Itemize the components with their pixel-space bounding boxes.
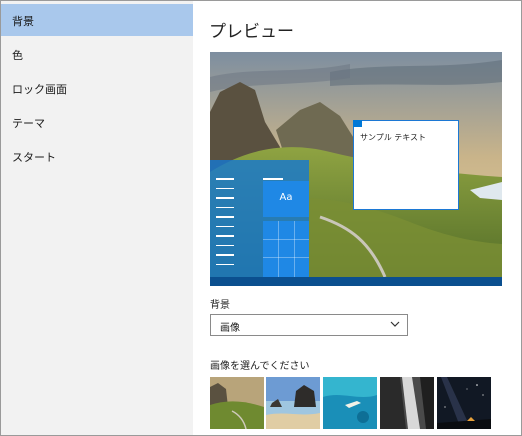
sidebar-item-label: 背景 <box>12 15 34 28</box>
start-menu-preview: Aa <box>210 160 309 277</box>
background-select-value: 画像 <box>220 323 240 334</box>
sample-text: サンプル テキスト <box>360 133 427 142</box>
thumbnail-beach-rocks[interactable] <box>266 377 320 429</box>
sidebar-item-label: 色 <box>12 49 23 62</box>
thumbnail-mountain-cliffs[interactable] <box>210 377 264 429</box>
start-menu-list <box>216 178 238 273</box>
sidebar-item-label: スタート <box>12 151 56 164</box>
thumbnail-underwater-swimmer[interactable] <box>323 377 377 429</box>
desktop-preview: Aa サンプル テキスト <box>210 52 502 286</box>
sample-window: サンプル テキスト <box>353 120 459 210</box>
tile-label: Aa <box>279 192 293 203</box>
thumbnail-night-sky-tent[interactable] <box>437 377 491 429</box>
start-tiles-grid <box>263 221 309 277</box>
start-tile: Aa <box>263 181 309 217</box>
page-title: プレビュー <box>209 22 294 42</box>
choose-picture-label: 画像を選んでください <box>210 361 310 372</box>
chevron-down-icon <box>390 321 400 327</box>
sidebar-item-label: テーマ <box>12 117 45 130</box>
sidebar-item-label: ロック画面 <box>12 83 67 96</box>
sidebar-item-lock-screen[interactable]: ロック画面 <box>1 72 193 104</box>
sidebar-item-background[interactable]: 背景 <box>1 4 193 36</box>
taskbar-preview <box>210 277 502 286</box>
background-label: 背景 <box>210 300 230 311</box>
sidebar-item-colors[interactable]: 色 <box>1 38 193 70</box>
window-accent <box>353 120 362 127</box>
sidebar-item-themes[interactable]: テーマ <box>1 106 193 138</box>
background-select[interactable]: 画像 <box>210 314 408 336</box>
sidebar: 背景 色 ロック画面 テーマ スタート <box>1 1 193 435</box>
sidebar-item-start[interactable]: スタート <box>1 140 193 172</box>
thumbnail-waterfall-bw[interactable] <box>380 377 434 429</box>
